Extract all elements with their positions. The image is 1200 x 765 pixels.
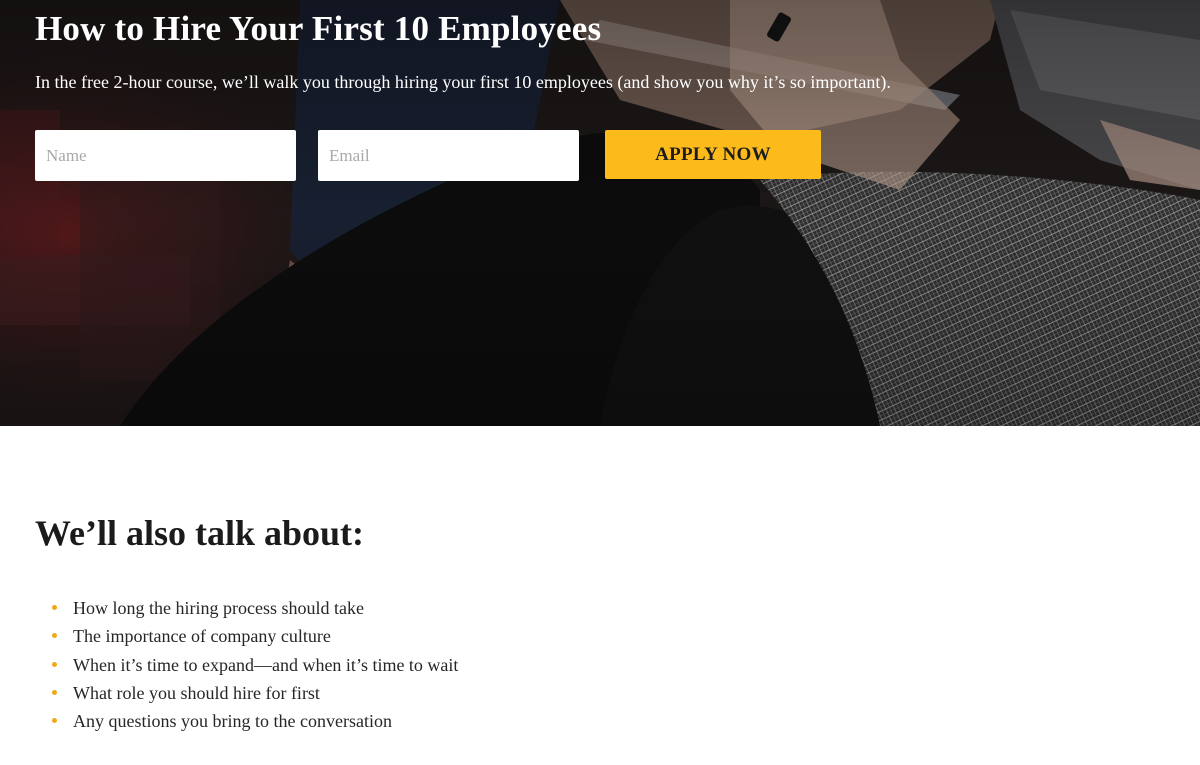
topics-list: How long the hiring process should take …	[52, 595, 458, 736]
name-input[interactable]	[35, 130, 296, 181]
bullet-icon	[52, 689, 57, 695]
bullet-icon	[52, 718, 57, 724]
list-item: The importance of company culture	[52, 623, 458, 651]
hero-title: How to Hire Your First 10 Employees	[35, 9, 602, 48]
list-item-text: When it’s time to expand—and when it’s t…	[73, 654, 459, 675]
bullet-icon	[52, 633, 57, 639]
section-title: We’ll also talk about:	[35, 513, 365, 553]
list-item: What role you should hire for first	[52, 680, 458, 708]
apply-now-button[interactable]: APPLY NOW	[605, 130, 821, 179]
list-item-text: Any questions you bring to the conversat…	[73, 711, 392, 732]
list-item: When it’s time to expand—and when it’s t…	[52, 652, 458, 680]
email-input[interactable]	[318, 130, 579, 181]
list-item-text: How long the hiring process should take	[73, 598, 364, 618]
list-item-text: The importance of company culture	[73, 626, 331, 647]
hero-banner: How to Hire Your First 10 Employees In t…	[0, 0, 1200, 426]
hero-subtitle: In the free 2-hour course, we’ll walk yo…	[35, 72, 891, 92]
bullet-icon	[52, 605, 57, 610]
hero-content: How to Hire Your First 10 Employees In t…	[0, 0, 1200, 426]
list-item: How long the hiring process should take	[52, 595, 458, 623]
list-item: Any questions you bring to the conversat…	[52, 708, 458, 736]
bullet-icon	[52, 661, 57, 667]
list-item-text: What role you should hire for first	[73, 682, 320, 703]
